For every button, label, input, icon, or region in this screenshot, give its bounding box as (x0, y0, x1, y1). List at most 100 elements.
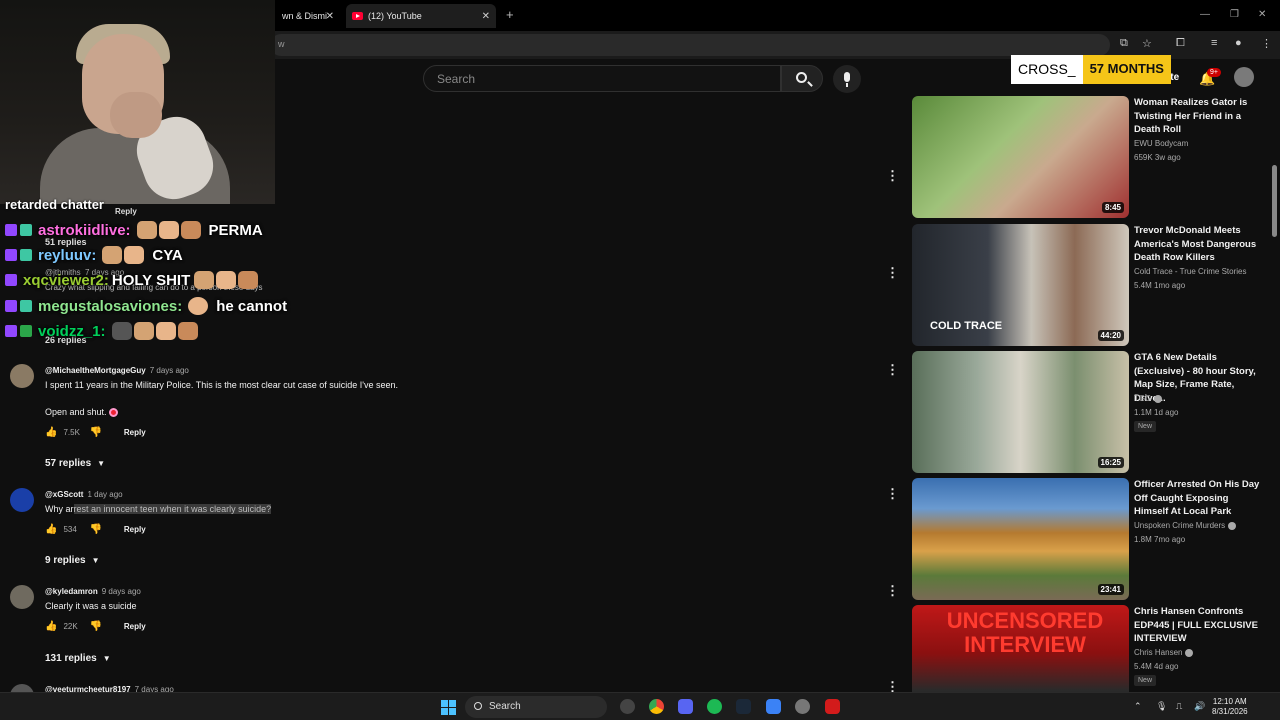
recommended-video[interactable]: 23:41 Officer Arrested On His Day Off Ca… (912, 478, 1262, 600)
author-name[interactable]: @xGScott (45, 490, 83, 499)
video-title[interactable]: Trevor McDonald Meets America's Most Dan… (1134, 224, 1260, 265)
reply-button[interactable]: Reply (115, 207, 137, 216)
chat-username: reyluuv: (38, 246, 97, 264)
like-icon[interactable]: 👍 (45, 524, 57, 535)
video-title[interactable]: Officer Arrested On His Day Off Caught E… (1134, 478, 1260, 519)
like-icon[interactable]: 👍 (45, 621, 57, 632)
channel-name[interactable]: EWU Bodycam (1134, 139, 1188, 148)
video-title[interactable]: Chris Hansen Confronts EDP445 | FULL EXC… (1134, 605, 1260, 646)
mic-icon[interactable]: 🎙 (1156, 701, 1167, 712)
video-thumbnail[interactable]: 23:41 (912, 478, 1129, 600)
more-options-icon[interactable]: ⋮ (886, 486, 899, 502)
extensions-icon[interactable]: ⧠ (1176, 37, 1185, 50)
profile-icon[interactable]: ● (1235, 37, 1242, 49)
reply-button[interactable]: Reply (124, 525, 146, 534)
discord-icon[interactable] (678, 699, 693, 714)
video-thumbnail[interactable]: 16:25 (912, 351, 1129, 473)
scrollbar-thumb[interactable] (1272, 165, 1277, 237)
sub-badge-icon (5, 249, 17, 261)
windows-start-icon[interactable] (441, 700, 456, 715)
video-meta: 1.8M 7mo ago (1134, 535, 1186, 544)
steam-icon[interactable] (736, 699, 751, 714)
author-name[interactable]: @MichaeltheMortgageGuy (45, 366, 146, 375)
volume-icon[interactable]: 🔊 (1194, 701, 1205, 712)
obs-icon[interactable] (620, 699, 635, 714)
gift-badge-icon (20, 325, 32, 337)
emote-icon (194, 271, 215, 290)
address-bar[interactable]: w (270, 34, 1110, 56)
search-input[interactable]: Search (423, 65, 781, 92)
reading-list-icon[interactable]: ≡ (1211, 37, 1217, 49)
menu-kebab-icon[interactable]: ⋮ (1261, 37, 1272, 50)
like-icon[interactable]: 👍 (45, 427, 57, 438)
tab-previous[interactable]: wn & Dismi ✕ (276, 4, 340, 28)
bookmark-star-icon[interactable]: ☆ (1142, 37, 1152, 50)
gift-badge-icon (20, 249, 32, 261)
search-button[interactable] (781, 65, 823, 92)
channel-label[interactable]: Chris Hansen (1134, 648, 1182, 657)
emote-icon (136, 221, 157, 240)
thumbnail-overlay-text: UNCENSORED INTERVIEW (946, 608, 1104, 657)
voice-search-icon[interactable] (833, 65, 861, 93)
recommended-video[interactable]: 16:25 GTA 6 New Details (Exclusive) - 80… (912, 351, 1262, 473)
close-icon[interactable]: ✕ (326, 11, 334, 22)
emote-icon (180, 221, 201, 240)
recommended-video[interactable]: 8:45 Woman Realizes Gator is Twisting He… (912, 96, 1262, 218)
chat-username: xqcviewer2: (23, 271, 109, 289)
tab-youtube[interactable]: (12) YouTube ✕ (346, 4, 496, 28)
channel-name[interactable]: TGG (1134, 394, 1163, 403)
dislike-icon[interactable]: 👎 (89, 427, 101, 438)
author-name[interactable]: @kyledamron (45, 587, 98, 596)
app-icon[interactable] (825, 699, 840, 714)
spotify-icon[interactable] (707, 699, 722, 714)
replies-toggle[interactable]: 131 replies ▼ (45, 653, 111, 664)
channel-label[interactable]: Unspoken Crime Murders (1134, 521, 1225, 530)
page-scrollbar[interactable] (1270, 60, 1280, 688)
comment-author[interactable]: @MichaeltheMortgageGuy 7 days ago (45, 366, 189, 375)
duration-badge: 44:20 (1097, 330, 1124, 341)
recommended-video[interactable]: COLD TRACE 44:20 Trevor McDonald Meets A… (912, 224, 1262, 346)
avatar[interactable] (10, 488, 34, 512)
avatar[interactable] (10, 364, 34, 388)
reply-button[interactable]: Reply (124, 428, 146, 437)
taskbar-search[interactable]: Search (465, 696, 607, 718)
minimize-icon[interactable]: — (1200, 9, 1210, 20)
dislike-icon[interactable]: 👎 (89, 524, 101, 535)
close-icon[interactable]: ✕ (482, 11, 490, 22)
more-options-icon[interactable]: ⋮ (886, 265, 899, 281)
video-thumbnail[interactable]: 8:45 (912, 96, 1129, 218)
channel-label[interactable]: TGG (1134, 394, 1151, 403)
sub-badge-icon (5, 274, 17, 286)
more-options-icon[interactable]: ⋮ (886, 583, 899, 599)
chevron-down-icon: ▼ (91, 556, 100, 565)
avatar[interactable] (1234, 67, 1254, 87)
dislike-icon[interactable]: 👎 (89, 621, 101, 632)
avatar[interactable] (10, 585, 34, 609)
replies-toggle[interactable]: 9 replies ▼ (45, 555, 100, 566)
more-options-icon[interactable]: ⋮ (886, 168, 899, 184)
chrome-icon[interactable] (649, 699, 664, 714)
video-title[interactable]: Woman Realizes Gator is Twisting Her Fri… (1134, 96, 1260, 137)
cast-icon[interactable]: ⧉ (1120, 37, 1128, 50)
comment-author[interactable]: @kyledamron 9 days ago (45, 587, 141, 596)
taskbar-clock[interactable]: 12:10 AM 8/31/2026 (1212, 697, 1248, 717)
comment-author[interactable]: @xGScott 1 day ago (45, 490, 123, 499)
reply-button[interactable]: Reply (124, 622, 146, 631)
sub-badge-icon (5, 325, 17, 337)
replies-toggle[interactable]: 57 replies ▼ (45, 458, 105, 469)
tray-chevron-icon[interactable]: ⌃ (1134, 701, 1142, 712)
network-icon[interactable]: ⎍ (1176, 701, 1182, 712)
video-thumbnail[interactable]: COLD TRACE 44:20 (912, 224, 1129, 346)
sub-badge-icon (5, 300, 17, 312)
notepad-icon[interactable] (766, 699, 781, 714)
channel-name[interactable]: Chris Hansen (1134, 648, 1194, 657)
window-close-icon[interactable]: ✕ (1258, 9, 1266, 20)
channel-name[interactable]: Unspoken Crime Murders (1134, 521, 1237, 530)
settings-gear-icon[interactable] (795, 699, 810, 714)
duration-badge: 16:25 (1097, 457, 1124, 468)
channel-name[interactable]: Cold Trace - True Crime Stories (1134, 267, 1246, 276)
new-tab-icon[interactable]: + (506, 7, 514, 22)
sub-badge-icon (5, 224, 17, 236)
maximize-icon[interactable]: ❐ (1230, 9, 1239, 20)
more-options-icon[interactable]: ⋮ (886, 362, 899, 378)
